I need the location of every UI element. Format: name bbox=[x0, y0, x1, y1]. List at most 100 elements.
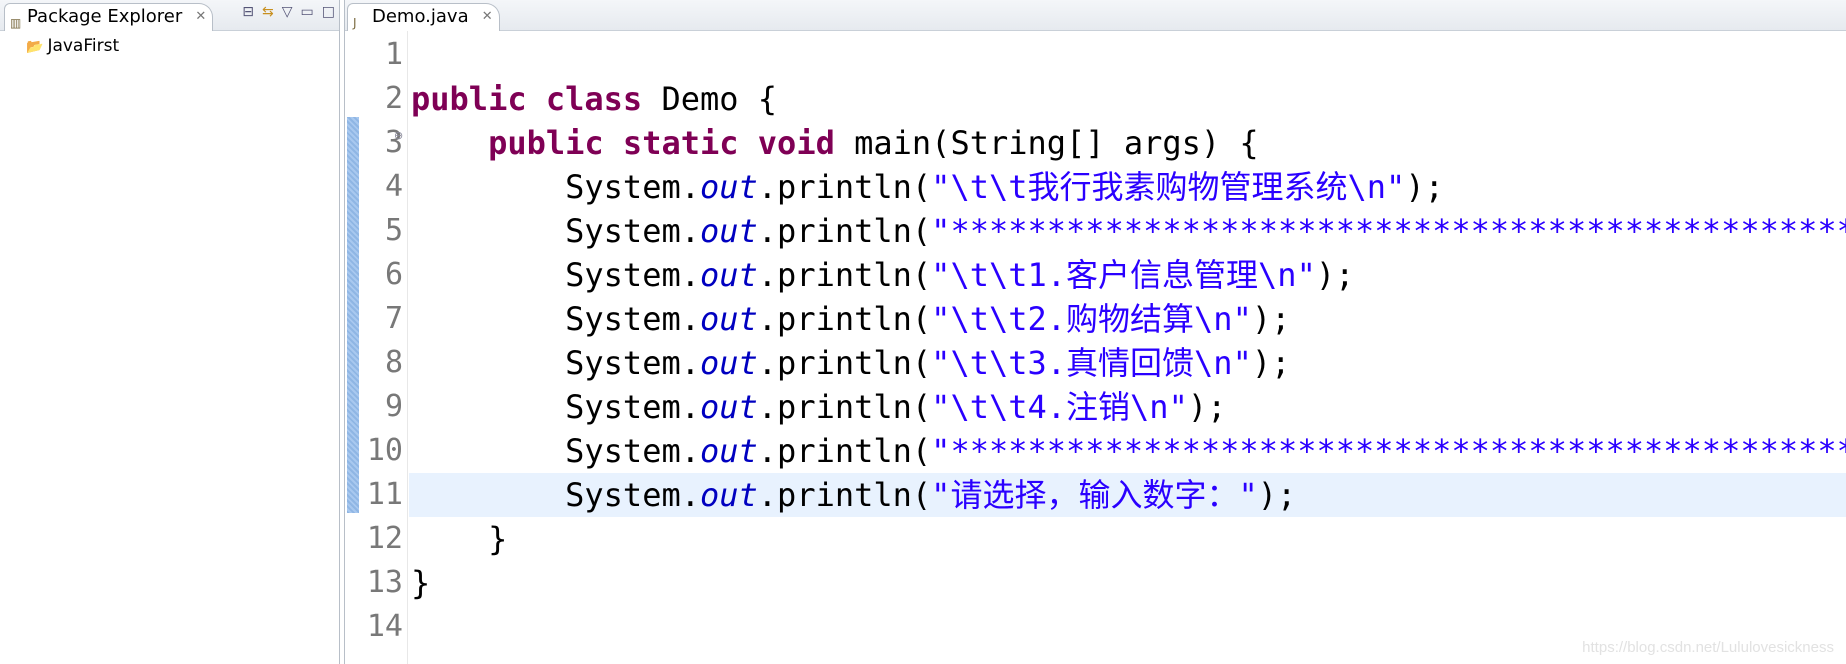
code-token: ); bbox=[1251, 344, 1291, 382]
code-token: "***************************************… bbox=[931, 212, 1846, 250]
code-token: .println( bbox=[757, 432, 932, 470]
code-token: .println( bbox=[757, 212, 932, 250]
code-token: "请选择，输入数字：" bbox=[931, 476, 1258, 514]
watermark: https://blog.csdn.net/Lululovesickness bbox=[1582, 639, 1834, 656]
code-token: System. bbox=[411, 388, 700, 426]
line-number: 13 bbox=[366, 565, 403, 600]
minimize-icon[interactable]: ▭ bbox=[301, 4, 314, 20]
code-token: System. bbox=[411, 256, 700, 294]
tab-label: Package Explorer bbox=[27, 6, 183, 27]
line-number: 11 bbox=[366, 477, 403, 512]
code-token: "\t\t2.购物结算\n" bbox=[931, 300, 1252, 338]
code-token: static bbox=[622, 124, 739, 162]
code-token: .println( bbox=[757, 344, 932, 382]
code-token: out bbox=[699, 168, 758, 206]
tree-item-label: JavaFirst bbox=[47, 36, 120, 56]
code-token: Demo { bbox=[642, 80, 778, 118]
code-token: ); bbox=[1405, 168, 1444, 206]
code-token: "\t\t3.真情回馈\n" bbox=[931, 344, 1252, 382]
code-token: System. bbox=[411, 432, 700, 470]
code-line: System.out.println("\t\t3.真情回馈\n"); bbox=[409, 341, 1846, 385]
code-token: } bbox=[411, 520, 508, 558]
close-icon[interactable]: ✕ bbox=[195, 4, 206, 30]
code-editor[interactable]: public class Demo { public static void m… bbox=[409, 33, 1846, 664]
line-number: 7 bbox=[384, 301, 403, 336]
line-number: 8 bbox=[384, 345, 403, 380]
tab-demo-java[interactable]: J Demo.java ✕ bbox=[347, 3, 500, 31]
editor-tabbar: J Demo.java ✕ bbox=[345, 0, 1846, 31]
fold-icon[interactable]: ⊖ bbox=[394, 129, 403, 142]
line-number: 9 bbox=[384, 389, 403, 424]
code-token: "\t\t1.客户信息管理\n" bbox=[931, 256, 1316, 294]
code-token: .println( bbox=[757, 168, 932, 206]
project-tree: 📂 JavaFirst bbox=[0, 31, 339, 58]
code-line: } bbox=[409, 561, 1846, 605]
package-explorer-icon: ▥ bbox=[10, 16, 22, 30]
code-line: public static void main(String[] args) { bbox=[409, 121, 1846, 165]
code-token: System. bbox=[411, 168, 700, 206]
code-token: } bbox=[411, 564, 431, 602]
code-line: System.out.println("\t\t2.购物结算\n"); bbox=[409, 297, 1846, 341]
code-line: System.out.println("\t\t4.注销\n"); bbox=[409, 385, 1846, 429]
java-project-icon: 📂 bbox=[26, 39, 44, 55]
line-number: 2 bbox=[384, 81, 403, 116]
code-token: public bbox=[411, 80, 527, 118]
line-number: 5 bbox=[384, 213, 403, 248]
code-token: "\t\t4.注销\n" bbox=[931, 388, 1188, 426]
tab-label: Demo.java bbox=[372, 6, 469, 27]
code-token: System. bbox=[411, 476, 700, 514]
code-token: .println( bbox=[757, 476, 932, 514]
code-line: System.out.println("请选择，输入数字："); bbox=[409, 473, 1846, 517]
code-token: .println( bbox=[757, 388, 932, 426]
code-token: out bbox=[699, 212, 758, 250]
tree-item-javafirst[interactable]: 📂 JavaFirst bbox=[26, 35, 339, 58]
code-token: .println( bbox=[757, 300, 932, 338]
code-line: System.out.println("********************… bbox=[409, 429, 1846, 473]
link-with-editor-icon[interactable]: ⇆ bbox=[262, 4, 274, 20]
code-line: } bbox=[409, 517, 1846, 561]
code-line: public class Demo { bbox=[409, 77, 1846, 121]
code-token: class bbox=[545, 80, 643, 118]
code-token: out bbox=[699, 388, 758, 426]
code-token: System. bbox=[411, 344, 700, 382]
line-number: 12 bbox=[366, 521, 403, 556]
line-number-ruler: 1 2 3 ⊖ 4 5 6 7 8 9 10 11 12 13 14 bbox=[345, 31, 408, 664]
code-token: ); bbox=[1251, 300, 1291, 338]
line-number: 6 bbox=[384, 257, 403, 292]
view-menu-icon[interactable]: ▽ bbox=[282, 4, 293, 20]
code-token: void bbox=[757, 124, 835, 162]
maximize-icon[interactable]: □ bbox=[322, 4, 335, 20]
line-number: 14 bbox=[366, 609, 403, 644]
code-token: ); bbox=[1187, 388, 1227, 426]
line-number: 4 bbox=[384, 169, 403, 204]
code-token: ); bbox=[1315, 256, 1355, 294]
code-line: System.out.println("********************… bbox=[409, 209, 1846, 253]
tab-package-explorer[interactable]: ▥ Package Explorer ✕ bbox=[4, 3, 214, 31]
line-number: 1 bbox=[384, 37, 403, 72]
code-token: out bbox=[699, 476, 758, 514]
code-token: .println( bbox=[757, 256, 932, 294]
editor-panel: J Demo.java ✕ 1 2 3 ⊖ 4 5 6 7 8 9 10 11 12 13 14 publi… bbox=[344, 0, 1846, 664]
package-explorer-tabbar: ▥ Package Explorer ✕ ⊟ ⇆ ▽ ▭ □ bbox=[0, 0, 339, 31]
collapse-all-icon[interactable]: ⊟ bbox=[242, 4, 254, 20]
view-toolbar: ⊟ ⇆ ▽ ▭ □ bbox=[242, 4, 335, 20]
code-token: ); bbox=[1257, 476, 1297, 514]
package-explorer-panel: ▥ Package Explorer ✕ ⊟ ⇆ ▽ ▭ □ 📂 JavaFirs… bbox=[0, 0, 340, 664]
code-token: System. bbox=[411, 212, 700, 250]
code-token: public bbox=[488, 124, 604, 162]
code-token: out bbox=[699, 300, 758, 338]
code-token: "***************************************… bbox=[931, 432, 1846, 470]
code-line: System.out.println("\t\t我行我素购物管理系统\n"); bbox=[409, 165, 1846, 209]
code-token: System. bbox=[411, 300, 700, 338]
code-token: main(String[] args) { bbox=[834, 124, 1259, 162]
close-icon[interactable]: ✕ bbox=[482, 4, 493, 30]
code-token: out bbox=[699, 256, 758, 294]
line-number: 10 bbox=[366, 433, 403, 468]
code-token: "\t\t我行我素购物管理系统\n" bbox=[931, 168, 1406, 206]
code-token: out bbox=[699, 432, 758, 470]
